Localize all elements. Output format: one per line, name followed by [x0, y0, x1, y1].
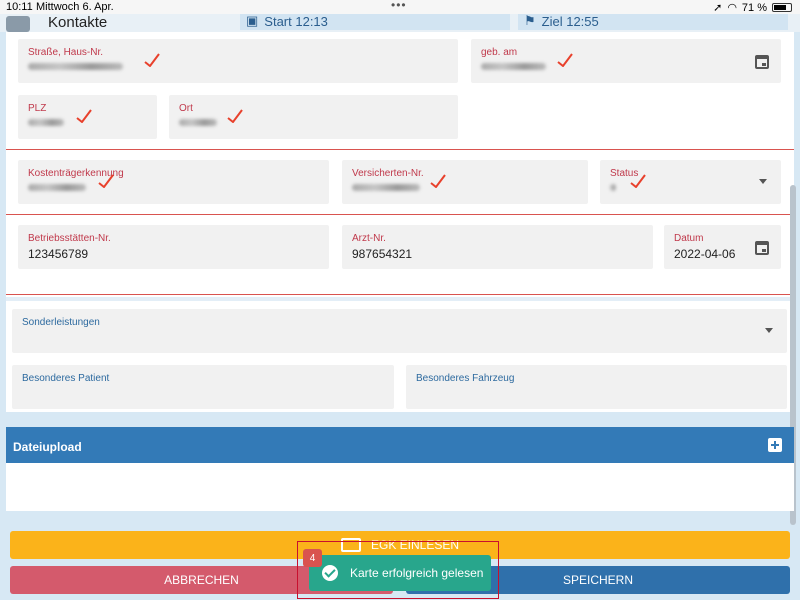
- status-select[interactable]: Status: [600, 160, 781, 204]
- toast-count-badge: 4: [303, 549, 322, 567]
- check-icon: [557, 53, 573, 67]
- section-divider: [6, 149, 794, 150]
- location-icon: ➚: [713, 2, 723, 14]
- upload-section: Dateiupload: [6, 427, 794, 511]
- section-divider: [6, 214, 794, 215]
- birthdate-value-redacted: [481, 63, 546, 70]
- versicherten-value-redacted: [352, 184, 420, 191]
- status-value-redacted: [610, 184, 616, 191]
- app-header: Kontakte ▣ Start 12:13 ⚑ Ziel 12:55: [0, 14, 800, 32]
- multitasking-dots-icon[interactable]: •••: [391, 0, 407, 12]
- status-indicators: ➚ ◠ 71 %: [713, 1, 792, 14]
- status-time: 10:11: [6, 1, 33, 13]
- plz-field[interactable]: PLZ: [18, 95, 157, 139]
- street-label: Straße, Haus-Nr.: [28, 47, 104, 58]
- calendar-icon: ▣: [246, 14, 259, 28]
- datum-value: 2022-04-06: [674, 247, 736, 261]
- arzt-field[interactable]: Arzt-Nr. 987654321: [342, 225, 653, 269]
- status-date: Mittwoch 6. Apr.: [36, 1, 114, 13]
- arzt-value: 987654321: [352, 247, 413, 261]
- upload-title: Dateiupload: [13, 440, 82, 454]
- besonderes-fahrzeug-label: Besonderes Fahrzeug: [416, 373, 515, 384]
- chevron-down-icon[interactable]: [759, 179, 767, 184]
- status-bar: 10:11 Mittwoch 6. Apr. ••• ➚ ◠ 71 %: [0, 0, 800, 14]
- tab-start-label: Start 12:13: [264, 14, 328, 29]
- flag-icon: ⚑: [524, 14, 536, 28]
- sonderleistungen-select[interactable]: Sonderleistungen: [12, 309, 787, 353]
- versicherten-label: Versicherten-Nr.: [352, 168, 424, 179]
- street-field[interactable]: Straße, Haus-Nr.: [18, 39, 458, 83]
- ort-label: Ort: [179, 103, 193, 114]
- ort-value-redacted: [179, 119, 217, 126]
- cancel-label: ABBRECHEN: [164, 573, 239, 587]
- arzt-label: Arzt-Nr.: [352, 233, 386, 244]
- betriebsstaetten-field[interactable]: Betriebsstätten-Nr. 123456789: [18, 225, 329, 269]
- ort-field[interactable]: Ort: [169, 95, 458, 139]
- toast-message: Karte erfolgreich gelesen: [350, 566, 484, 580]
- check-circle-icon: [322, 565, 338, 581]
- patient-form: Straße, Haus-Nr. geb. am PLZ Ort Kostent…: [6, 32, 794, 412]
- street-value-redacted: [28, 63, 123, 70]
- check-icon: [430, 174, 446, 188]
- calendar-icon[interactable]: [755, 55, 769, 69]
- besonderes-fahrzeug-field[interactable]: Besonderes Fahrzeug: [406, 365, 787, 409]
- save-label: SPEICHERN: [562, 573, 633, 587]
- check-icon: [144, 53, 160, 67]
- datum-label: Datum: [674, 233, 704, 244]
- besonderes-patient-label: Besonderes Patient: [22, 373, 110, 384]
- kostentraeger-field[interactable]: Kostenträgerkennung: [18, 160, 329, 204]
- check-icon: [630, 174, 646, 188]
- birthdate-label: geb. am: [481, 47, 518, 58]
- contacts-icon: [6, 16, 30, 32]
- chevron-down-icon[interactable]: [765, 328, 773, 333]
- besonderes-patient-field[interactable]: Besonderes Patient: [12, 365, 394, 409]
- tab-ziel-label: Ziel 12:55: [541, 14, 599, 29]
- versicherten-field[interactable]: Versicherten-Nr.: [342, 160, 588, 204]
- add-icon[interactable]: [768, 438, 782, 452]
- kostentraeger-value-redacted: [28, 184, 86, 191]
- plz-value-redacted: [28, 119, 64, 126]
- battery-icon: [772, 3, 792, 12]
- sonderleistungen-label: Sonderleistungen: [22, 317, 100, 328]
- calendar-icon[interactable]: [755, 241, 769, 255]
- battery-percent: 71 %: [741, 1, 767, 14]
- wifi-icon: ◠: [727, 2, 737, 14]
- plz-label: PLZ: [28, 103, 47, 114]
- tab-start[interactable]: ▣ Start 12:13: [240, 14, 510, 30]
- extra-section: Sonderleistungen Besonderes Patient Beso…: [6, 297, 794, 412]
- tab-ziel[interactable]: ⚑ Ziel 12:55: [518, 14, 788, 30]
- betriebsstaetten-value: 123456789: [28, 247, 89, 261]
- page-title: Kontakte: [48, 14, 108, 31]
- birthdate-field[interactable]: geb. am: [471, 39, 781, 83]
- check-icon: [227, 109, 243, 123]
- check-icon: [98, 174, 114, 188]
- check-icon: [76, 109, 92, 123]
- success-toast[interactable]: Karte erfolgreich gelesen: [309, 555, 491, 591]
- upload-header: Dateiupload: [6, 427, 794, 463]
- section-divider: [6, 294, 794, 295]
- betriebsstaetten-label: Betriebsstätten-Nr.: [28, 233, 111, 244]
- datum-field[interactable]: Datum 2022-04-06: [664, 225, 781, 269]
